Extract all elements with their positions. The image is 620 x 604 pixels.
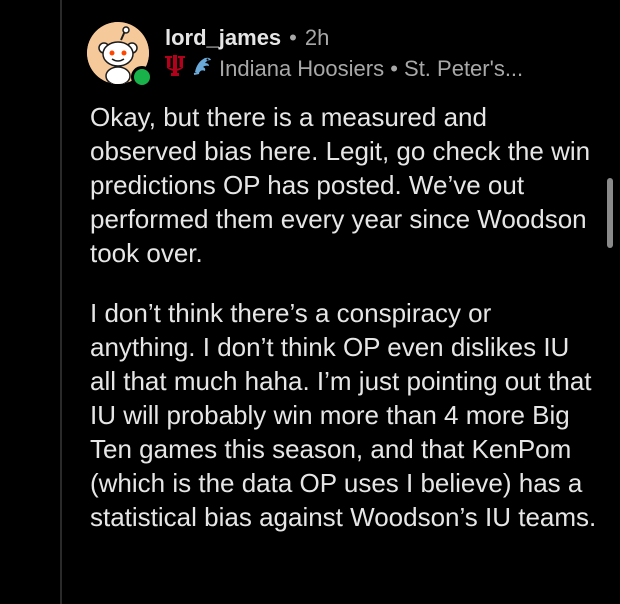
comment-header: lord_james • 2h Indiana Hoosiers • St. P…	[165, 24, 600, 83]
username-link[interactable]: lord_james	[165, 24, 281, 52]
comment-body: Okay, but there is a measured and observ…	[90, 100, 600, 560]
thread-line[interactable]	[60, 0, 62, 604]
comment-paragraph: I don’t think there’s a conspiracy or an…	[90, 298, 597, 532]
iu-logo-icon	[165, 54, 185, 83]
scrollbar-thumb[interactable]	[607, 178, 613, 248]
author-row: lord_james • 2h	[165, 24, 600, 52]
online-indicator	[131, 66, 153, 88]
flair-text: Indiana Hoosiers • St. Peter's...	[219, 55, 524, 81]
peacock-icon	[191, 54, 213, 83]
meta-separator: •	[289, 25, 297, 50]
user-avatar[interactable]	[87, 22, 153, 88]
user-flair[interactable]: Indiana Hoosiers • St. Peter's...	[165, 54, 600, 83]
comment-paragraph: Okay, but there is a measured and observ…	[90, 102, 591, 268]
comment-timestamp[interactable]: 2h	[305, 24, 329, 52]
